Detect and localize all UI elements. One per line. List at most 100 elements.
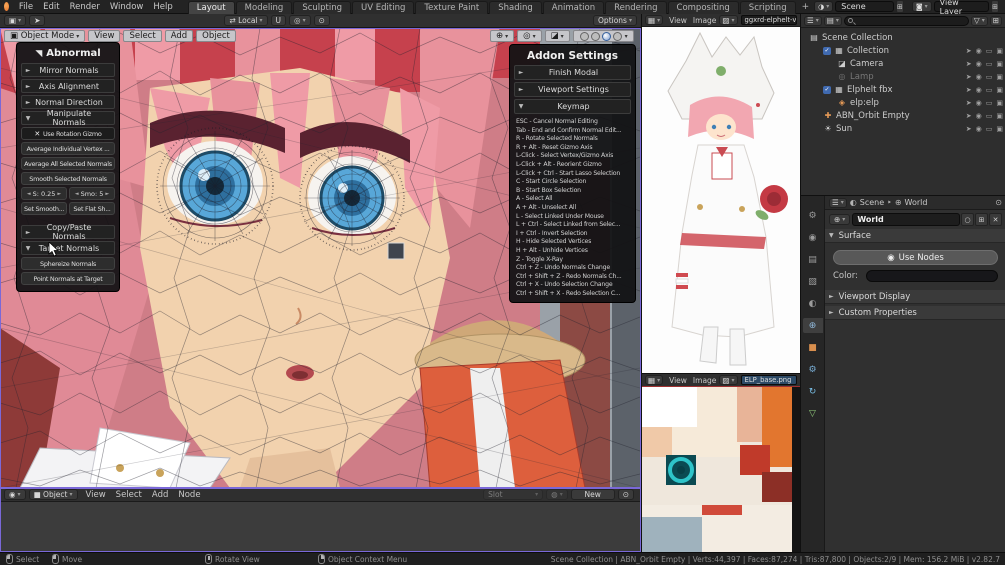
- properties-tab-icon[interactable]: [803, 406, 823, 421]
- properties-tab-icon[interactable]: [803, 252, 823, 267]
- editor-type-icon[interactable]: ▦ ▾: [645, 375, 664, 385]
- render-disable-icon[interactable]: [996, 125, 1003, 133]
- new-datablock-icon[interactable]: ⊞: [975, 213, 988, 226]
- proportional-edit-icon[interactable]: ◎ ▾: [289, 15, 311, 26]
- world-name-field[interactable]: World: [852, 213, 960, 226]
- use-rotation-gizmo-toggle[interactable]: ✕ Use Rotation Gizmo: [21, 127, 115, 140]
- overlays-dropdown-icon[interactable]: ◎ ▾: [517, 30, 542, 42]
- workspace-tab[interactable]: Sculpting: [293, 0, 352, 14]
- selectable-toggle-icon[interactable]: [966, 47, 972, 55]
- breadcrumb-world[interactable]: World: [905, 198, 928, 207]
- viewport-menu-item[interactable]: View: [88, 30, 121, 42]
- new-view-layer-button[interactable]: ⊞: [991, 0, 999, 13]
- blender-logo-icon[interactable]: [4, 2, 9, 11]
- workspace-tab[interactable]: Layout: [187, 0, 235, 14]
- workspace-tab[interactable]: Animation: [542, 0, 605, 14]
- pin-icon[interactable]: ⊙: [617, 489, 634, 500]
- breadcrumb-scene[interactable]: Scene: [860, 198, 884, 207]
- viewport-menu-item[interactable]: Add: [164, 30, 194, 42]
- options-dropdown[interactable]: Options ▾: [593, 15, 637, 26]
- outliner[interactable]: ☰▾ ▤▾ ▽▾ ⊞ ✓ Scene Collection ✓: [800, 14, 1005, 196]
- snap-magnet-icon[interactable]: U: [270, 15, 287, 26]
- menu-item[interactable]: Edit: [38, 2, 64, 12]
- outliner-search[interactable]: [843, 15, 969, 26]
- hide-toggle-icon[interactable]: [976, 73, 982, 81]
- selectable-toggle-icon[interactable]: [966, 60, 972, 68]
- image-menu-item[interactable]: View: [666, 16, 690, 25]
- properties-tab-icon[interactable]: [803, 274, 823, 289]
- menu-item[interactable]: File: [14, 2, 38, 12]
- viewport-3d[interactable]: ▣ Object Mode ▾ View Select Add Object ⊕ ▾ ◎ ▾…: [0, 28, 641, 488]
- collection-checkbox[interactable]: ✓: [823, 85, 831, 94]
- properties-tab-icon[interactable]: [803, 230, 823, 245]
- viewport-disable-icon[interactable]: [986, 99, 993, 107]
- section-surface[interactable]: ▼ Surface: [825, 229, 1005, 243]
- outliner-row[interactable]: ✓ Camera: [801, 57, 1005, 70]
- selectable-toggle-icon[interactable]: [966, 73, 972, 81]
- outliner-row[interactable]: ✓ Scene Collection: [801, 31, 1005, 44]
- normal-tool-button[interactable]: Average All Selected Normals: [21, 157, 115, 170]
- image-browse-icon[interactable]: ▨ ▾: [719, 15, 738, 25]
- section-custom-properties[interactable]: ► Custom Properties: [825, 306, 1005, 320]
- hide-toggle-icon[interactable]: [976, 86, 982, 94]
- render-disable-icon[interactable]: [996, 47, 1003, 55]
- new-collection-icon[interactable]: ⊞: [989, 15, 1002, 26]
- filter-icon[interactable]: ▽ ▾: [970, 15, 988, 26]
- selectable-toggle-icon[interactable]: [966, 99, 972, 107]
- shading-wireframe-icon[interactable]: [579, 31, 589, 41]
- workspace-tab[interactable]: Shading: [489, 0, 542, 14]
- stepper-right-icon[interactable]: ►: [105, 191, 109, 197]
- viewport-disable-icon[interactable]: [986, 86, 993, 94]
- menu-item[interactable]: Help: [148, 2, 177, 12]
- section-manipulate-normals[interactable]: ▼ Manipulate Normals: [21, 109, 115, 127]
- material-link-icon[interactable]: ◍ ▾: [546, 489, 568, 500]
- strength-stepper[interactable]: ◄ S: 0.25 ►: [21, 187, 67, 200]
- menu-item[interactable]: Window: [105, 2, 149, 12]
- image-name-field[interactable]: ggxrd-elphelt-val: [740, 15, 797, 25]
- shader-editor[interactable]: ◉ ▾ ■ Object ▾ View Select Add Node Slot ▾ ◍ ▾ …: [0, 488, 641, 552]
- hide-toggle-icon[interactable]: [976, 112, 982, 120]
- shader-node-canvas[interactable]: [0, 502, 641, 551]
- slot-dropdown[interactable]: Slot ▾: [483, 489, 544, 500]
- selectable-toggle-icon[interactable]: [966, 125, 972, 133]
- new-material-button[interactable]: New: [570, 489, 615, 500]
- stepper-right-icon[interactable]: ►: [57, 191, 61, 197]
- section-keymap[interactable]: ▼ Keymap: [514, 99, 631, 114]
- image-editor-reference[interactable]: ▦ ▾ View Image ▨ ▾ ggxrd-elphelt-val: [641, 14, 801, 373]
- viewport-menu-item[interactable]: Object: [196, 30, 236, 42]
- collection-checkbox[interactable]: ✓: [823, 46, 831, 55]
- shader-menu-item[interactable]: Node: [173, 490, 205, 500]
- image-name-field[interactable]: ELP_base.png: [740, 375, 797, 385]
- shader-type-dropdown[interactable]: ■ Object ▾: [28, 489, 78, 500]
- outliner-row[interactable]: ✓ ABN_Orbit Empty: [801, 109, 1005, 122]
- cursor-tool-icon[interactable]: ➤: [29, 15, 46, 26]
- viewport-disable-icon[interactable]: [986, 112, 993, 120]
- shader-menu-item[interactable]: Add: [147, 490, 173, 500]
- gizmo-dropdown-icon[interactable]: ⊕ ▾: [490, 30, 515, 42]
- section-viewport-settings[interactable]: ► Viewport Settings: [514, 82, 631, 97]
- search-input[interactable]: [854, 17, 965, 24]
- section-mirror-normals[interactable]: ► Mirror Normals: [21, 63, 115, 77]
- target-normal-button[interactable]: Sphereize Normals: [21, 257, 115, 270]
- active-tool-icon[interactable]: ▣ ▾: [4, 15, 27, 26]
- section-axis-alignment[interactable]: ► Axis Alignment: [21, 79, 115, 93]
- image-browse-icon[interactable]: ▨ ▾: [719, 375, 738, 385]
- section-copy-paste-normals[interactable]: ► Copy/Paste Normals: [21, 223, 115, 241]
- shading-material-icon[interactable]: [601, 31, 611, 41]
- scene-icon[interactable]: ◑ ▾: [814, 1, 834, 12]
- menu-item[interactable]: Render: [65, 2, 105, 12]
- outliner-row[interactable]: ✓ Collection: [801, 44, 1005, 57]
- new-scene-button[interactable]: ⊞: [895, 0, 904, 13]
- editor-type-icon[interactable]: ▦ ▾: [645, 15, 664, 25]
- hide-toggle-icon[interactable]: [976, 125, 982, 133]
- properties-tab-icon[interactable]: [803, 208, 823, 223]
- hide-toggle-icon[interactable]: [976, 47, 982, 55]
- render-disable-icon[interactable]: [996, 86, 1003, 94]
- section-normal-direction[interactable]: ► Normal Direction: [21, 95, 115, 109]
- section-finish-modal[interactable]: ► Finish Modal: [514, 65, 631, 80]
- view-layer-icon[interactable]: ◙ ▾: [911, 1, 932, 12]
- editor-type-icon[interactable]: ☰ ▾: [804, 15, 822, 26]
- image-menu-item[interactable]: Image: [690, 16, 720, 25]
- normal-tool-button[interactable]: Average Individual Vertex ...: [21, 142, 115, 155]
- editor-type-icon[interactable]: ◉ ▾: [4, 489, 26, 500]
